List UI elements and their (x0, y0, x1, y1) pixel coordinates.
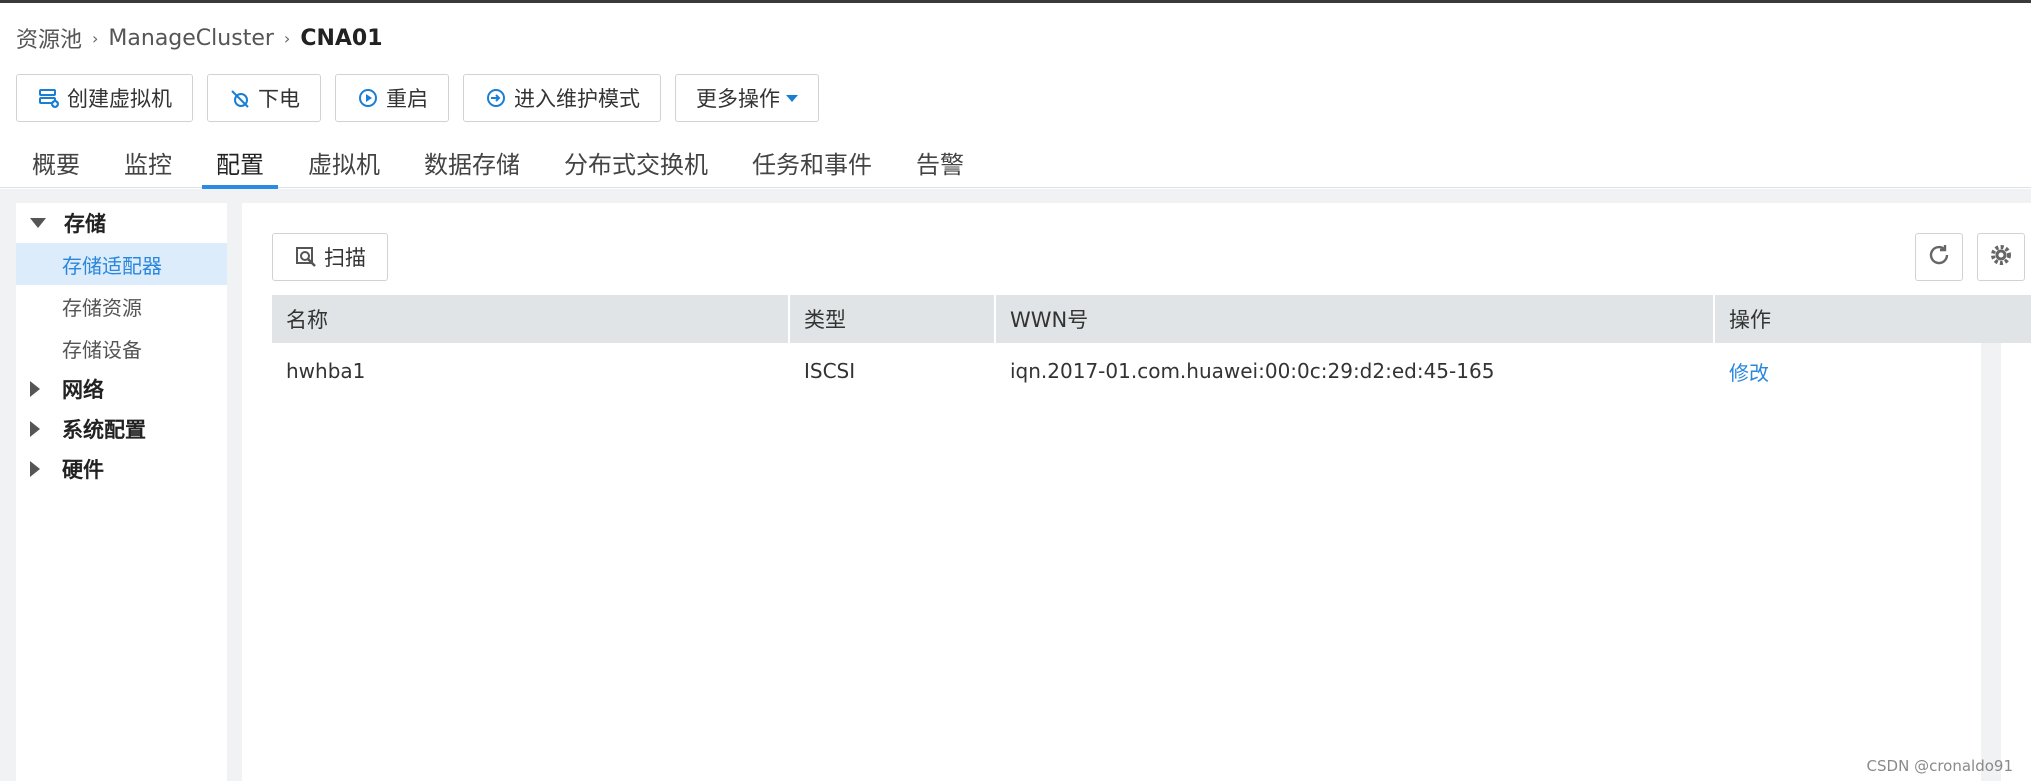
refresh-button[interactable] (1915, 233, 1963, 281)
main-panel: 扫描 名称 类型 WWN号 操作 hwhba1 ISCSI iqn.2017-0… (242, 203, 2031, 781)
storage-adapter-table: 名称 类型 WWN号 操作 hwhba1 ISCSI iqn.2017-01.c… (272, 295, 2031, 399)
power-off-label: 下电 (258, 87, 300, 111)
tree-item-storage-resource[interactable]: 存储资源 (16, 285, 227, 327)
caret-down-icon (786, 94, 798, 102)
cell-wwn: iqn.2017-01.com.huawei:00:0c:29:d2:ed:45… (1010, 359, 1495, 383)
tab-vms[interactable]: 虚拟机 (294, 136, 394, 188)
scan-label: 扫描 (324, 246, 366, 270)
tab-configuration[interactable]: 配置 (202, 136, 278, 189)
collapsed-triangle-icon (30, 381, 40, 397)
tab-datastores[interactable]: 数据存储 (410, 136, 534, 188)
config-sidebar: 存储 存储适配器 存储资源 存储设备 网络 系统配置 硬件 (16, 203, 227, 781)
power-off-button[interactable]: 下电 (207, 74, 321, 122)
tree-item-storage-device[interactable]: 存储设备 (16, 327, 227, 369)
top-border (0, 0, 2031, 3)
cell-type: ISCSI (804, 359, 856, 383)
tree-group-hardware-label: 硬件 (62, 458, 104, 482)
tab-bar: 概要 监控 配置 虚拟机 数据存储 分布式交换机 任务和事件 告警 (0, 136, 2031, 189)
gear-icon (1988, 242, 2014, 272)
tab-alarms[interactable]: 告警 (902, 136, 978, 188)
more-actions-button[interactable]: 更多操作 (675, 74, 819, 122)
tree-group-network[interactable]: 网络 (16, 369, 227, 409)
vertical-scrollbar[interactable] (1981, 343, 2001, 781)
more-actions-label: 更多操作 (696, 87, 780, 111)
content-area: 存储 存储适配器 存储资源 存储设备 网络 系统配置 硬件 扫描 名称 类型 W… (0, 189, 2031, 781)
create-vm-icon (37, 86, 61, 110)
maintenance-mode-button[interactable]: 进入维护模式 (463, 74, 661, 122)
breadcrumb-current: CNA01 (300, 25, 383, 51)
create-vm-label: 创建虚拟机 (67, 87, 172, 111)
tree-group-storage[interactable]: 存储 (16, 203, 227, 243)
refresh-icon (1926, 242, 1952, 272)
tree-group-network-label: 网络 (62, 378, 104, 402)
restart-label: 重启 (386, 87, 428, 111)
tree-group-storage-label: 存储 (64, 212, 106, 236)
column-header-name[interactable]: 名称 (272, 295, 790, 343)
collapsed-triangle-icon (30, 461, 40, 477)
tree-group-system-config-label: 系统配置 (62, 418, 146, 442)
tab-summary[interactable]: 概要 (18, 136, 94, 188)
scan-button[interactable]: 扫描 (272, 233, 388, 281)
breadcrumb-cluster[interactable]: ManageCluster (108, 26, 273, 51)
expanded-triangle-icon (30, 218, 46, 228)
tree-group-system-config[interactable]: 系统配置 (16, 409, 227, 449)
column-header-type[interactable]: 类型 (790, 295, 996, 343)
column-header-action: 操作 (1729, 308, 1771, 332)
column-header-wwn[interactable]: WWN号 (996, 295, 1715, 343)
scan-icon (294, 245, 318, 269)
table-row[interactable]: hwhba1 ISCSI iqn.2017-01.com.huawei:00:0… (272, 343, 2031, 399)
toolbar: 创建虚拟机 下电 重启 进入维护模式 更多操作 (16, 74, 819, 122)
collapsed-triangle-icon (30, 421, 40, 437)
restart-button[interactable]: 重启 (335, 74, 449, 122)
tab-monitor[interactable]: 监控 (110, 136, 186, 188)
watermark: CSDN @cronaldo91 (1866, 757, 2013, 775)
maintenance-mode-label: 进入维护模式 (514, 87, 640, 111)
restart-icon (356, 86, 380, 110)
breadcrumb-resource-pool[interactable]: 资源池 (16, 22, 82, 54)
power-off-icon (228, 86, 252, 110)
tree-group-hardware[interactable]: 硬件 (16, 449, 227, 489)
cell-name: hwhba1 (286, 359, 366, 383)
chevron-right-icon: › (92, 28, 99, 48)
settings-button[interactable] (1977, 233, 2025, 281)
tree-item-storage-adapter[interactable]: 存储适配器 (16, 243, 227, 285)
create-vm-button[interactable]: 创建虚拟机 (16, 74, 193, 122)
chevron-right-icon: › (283, 28, 291, 48)
table-header: 名称 类型 WWN号 操作 (272, 295, 2031, 343)
tab-tasks-events[interactable]: 任务和事件 (738, 136, 886, 188)
tab-distributed-switch[interactable]: 分布式交换机 (550, 136, 722, 188)
breadcrumb: 资源池 › ManageCluster › CNA01 (16, 22, 383, 54)
enter-icon (484, 86, 508, 110)
